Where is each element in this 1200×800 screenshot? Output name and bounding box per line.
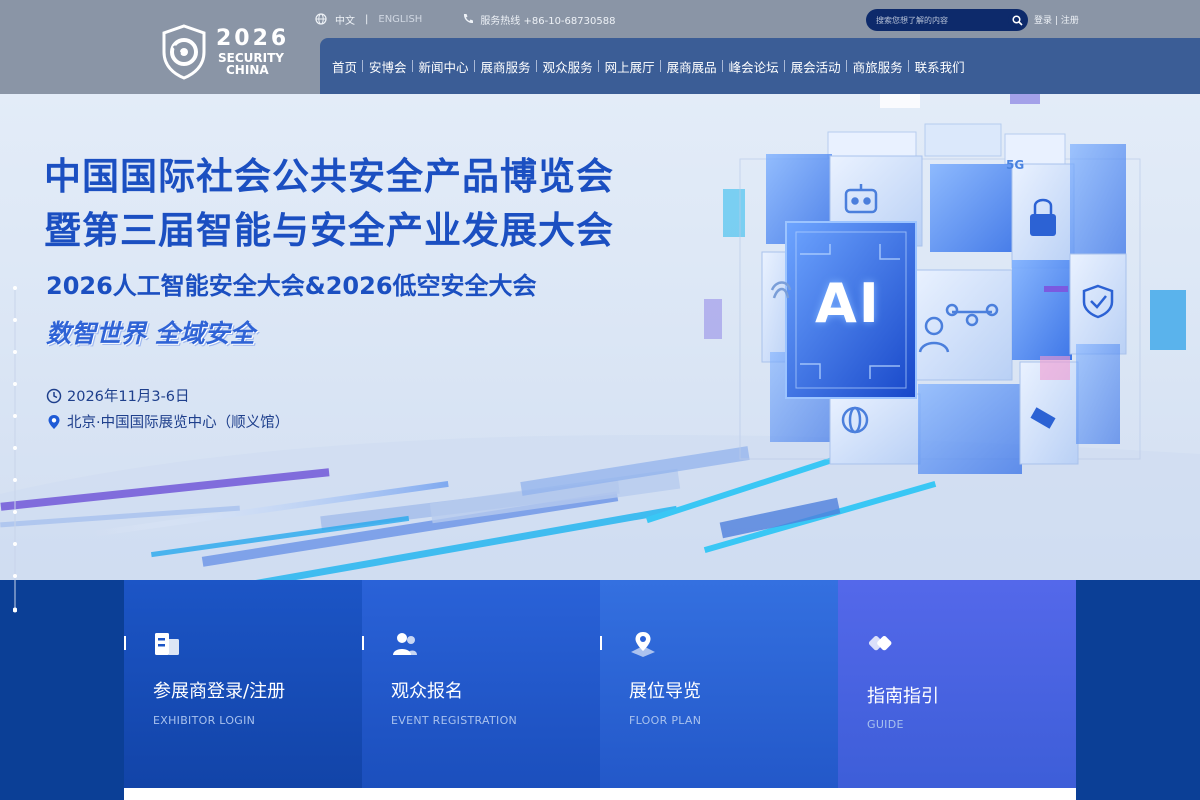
card-notch xyxy=(600,636,602,650)
hero-slogan: 数智世界 全域安全 xyxy=(46,319,255,348)
event-registration-title: 观众报名 xyxy=(391,681,463,702)
nav-item-events[interactable]: 展会活动 xyxy=(783,57,847,76)
exhibitor-icon xyxy=(155,633,179,655)
globe-icon xyxy=(315,13,327,25)
logo-word-china: CHINA xyxy=(226,63,269,77)
hero-subtitle: 2026人工智能安全大会&2026低空安全大会 xyxy=(46,272,537,300)
phone-icon xyxy=(464,14,474,24)
lang-english-link[interactable]: ENGLISH xyxy=(378,14,422,25)
location-pin-icon xyxy=(631,632,655,657)
5g-badge: 5G xyxy=(1006,158,1025,172)
nav-item-travel[interactable]: 商旅服务 xyxy=(845,57,909,76)
nav-item-online-hall[interactable]: 网上展厅 xyxy=(597,57,661,76)
search-button[interactable] xyxy=(1008,11,1026,29)
clock-icon xyxy=(46,388,62,403)
guide-subtitle: GUIDE xyxy=(867,718,904,731)
search-input[interactable] xyxy=(876,9,1001,31)
lang-chinese-link[interactable]: 中文 xyxy=(335,12,355,27)
service-hotline: 服务热线 +86-10-68730588 xyxy=(480,15,616,27)
search-icon xyxy=(1011,14,1023,26)
nav-item-home[interactable]: 首页 xyxy=(326,57,363,76)
ai-cube-label: AI xyxy=(815,272,881,335)
nav-item-expo[interactable]: 安博会 xyxy=(362,57,413,76)
auth-separator: | xyxy=(1054,16,1058,26)
event-venue: 北京·中国国际展览中心（顺义馆） xyxy=(46,411,289,432)
guide-card[interactable]: 指南指引 GUIDE xyxy=(838,580,1076,788)
nav-item-forum[interactable]: 峰会论坛 xyxy=(721,57,785,76)
card-notch xyxy=(124,636,126,650)
site-header: 2026 SECURITY CHINA 中文 | ENGLISH 服务热线 +8… xyxy=(0,0,1200,94)
auth-links: 登录 | 注册 xyxy=(1034,13,1079,26)
content-area-edge xyxy=(124,788,1076,800)
lang-separator: | xyxy=(365,13,369,25)
hero-banner[interactable]: 中国国际社会公共安全产品博览会 暨第三届智能与安全产业发展大会 2026人工智能… xyxy=(0,94,1200,580)
guide-icon xyxy=(868,636,892,651)
top-utility-bar: 中文 | ENGLISH 服务热线 +86-10-68730588 xyxy=(315,10,615,28)
nav-item-contact[interactable]: 联系我们 xyxy=(907,57,971,76)
event-venue-text: 北京·中国国际展览中心（顺义馆） xyxy=(67,415,290,431)
shield-logo-icon xyxy=(162,24,206,80)
hero-title-line2: 暨第三届智能与安全产业发展大会 xyxy=(44,209,614,252)
security-china-logo[interactable]: 2026 SECURITY CHINA xyxy=(160,24,290,82)
exhibitor-login-title: 参展商登录/注册 xyxy=(153,681,286,702)
users-icon xyxy=(393,633,417,655)
hero-title-line1: 中国国际社会公共安全产品博览会 xyxy=(44,155,614,198)
exhibitor-login-card[interactable]: 参展商登录/注册 EXHIBITOR LOGIN xyxy=(124,580,362,788)
nav-item-products[interactable]: 展商展品 xyxy=(659,57,723,76)
floor-plan-card[interactable]: 展位导览 FLOOR PLAN xyxy=(600,580,838,788)
exhibitor-login-subtitle: EXHIBITOR LOGIN xyxy=(153,714,256,727)
nav-item-exhibitor-services[interactable]: 展商服务 xyxy=(473,57,537,76)
slide-progress-indicator[interactable] xyxy=(13,286,17,616)
event-registration-card[interactable]: 观众报名 EVENT REGISTRATION xyxy=(362,580,600,788)
floor-plan-subtitle: FLOOR PLAN xyxy=(629,714,702,727)
logo-year: 2026 xyxy=(216,26,290,51)
login-link[interactable]: 登录 xyxy=(1034,16,1052,26)
event-date: 2026年11月3-6日 xyxy=(46,385,190,406)
map-pin-icon xyxy=(48,414,60,429)
nav-item-news[interactable]: 新闻中心 xyxy=(411,57,475,76)
floor-plan-title: 展位导览 xyxy=(629,681,701,702)
register-link[interactable]: 注册 xyxy=(1061,16,1079,26)
security-cube-cluster xyxy=(739,123,1141,474)
card-notch xyxy=(362,636,364,650)
main-nav: 首页 安博会 新闻中心 展商服务 观众服务 网上展厅 展商展品 峰会论坛 展会活… xyxy=(320,38,1200,94)
nav-item-visitor-services[interactable]: 观众服务 xyxy=(535,57,599,76)
quick-links: 参展商登录/注册 EXHIBITOR LOGIN 观众报名 EVENT REGI… xyxy=(124,580,1076,788)
event-registration-subtitle: EVENT REGISTRATION xyxy=(391,714,518,727)
search-box xyxy=(866,9,1028,31)
guide-title: 指南指引 xyxy=(867,686,939,707)
event-date-text: 2026年11月3-6日 xyxy=(67,389,190,405)
